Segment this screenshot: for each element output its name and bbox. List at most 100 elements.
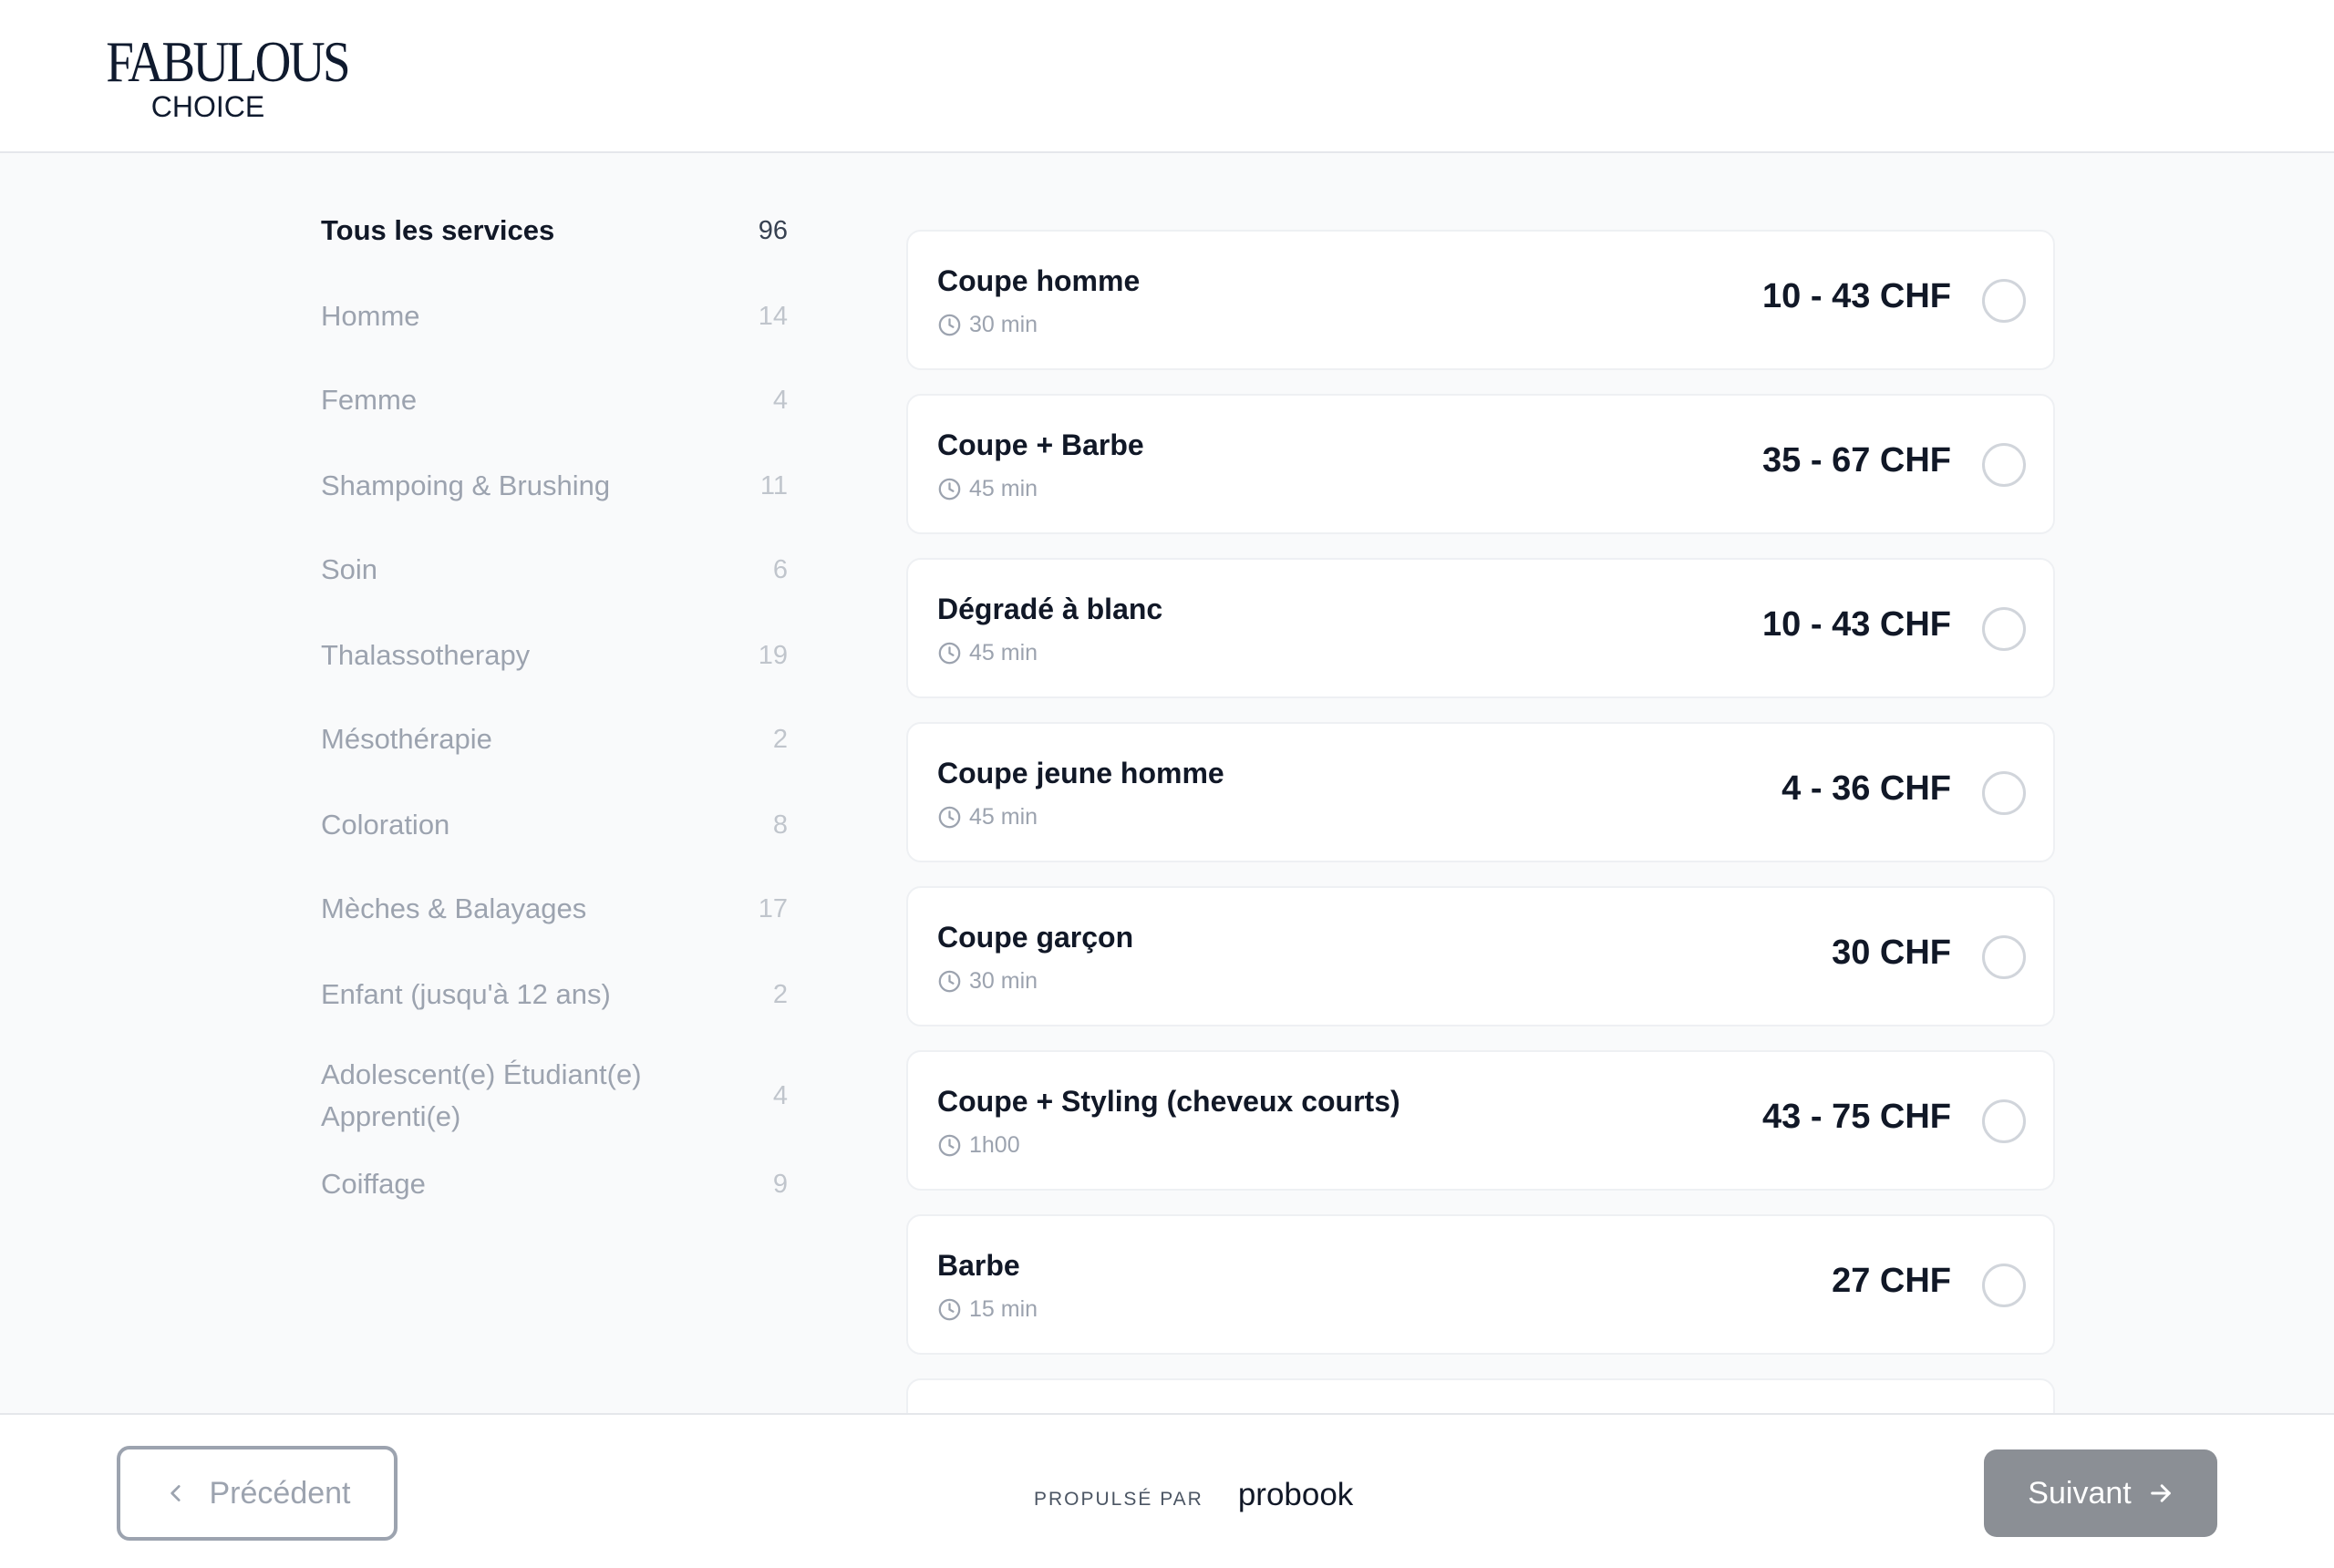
service-card[interactable]: Barbe 15 min 27 CHF [906, 1214, 2055, 1355]
previous-button-label: Précédent [209, 1475, 351, 1511]
next-button[interactable]: Suivant [1984, 1449, 2217, 1537]
service-duration: 30 min [937, 312, 1038, 338]
service-select-radio[interactable] [1982, 443, 2026, 487]
category-count: 8 [772, 810, 788, 840]
powered-by-label: PROPULSÉ PAR [1034, 1489, 1203, 1510]
category-count: 4 [772, 1080, 788, 1110]
category-count: 11 [759, 470, 788, 500]
service-card[interactable]: Coupe + Styling (cheveux courts) 1h00 43 -… [906, 1050, 2055, 1191]
category-item[interactable]: Adolescent(e) Étudiant(e) Apprenti(e) 4 [321, 1054, 788, 1138]
clock-icon [937, 1297, 969, 1322]
category-name: Tous les services [321, 214, 555, 246]
service-duration: 45 min [937, 640, 1038, 666]
service-price: 35 - 67 CHF [1762, 441, 1951, 480]
service-select-radio[interactable] [1982, 935, 2026, 979]
category-count: 2 [772, 724, 788, 754]
service-select-radio[interactable] [1982, 1099, 2026, 1143]
category-item[interactable]: Enfant (jusqu'à 12 ans) 2 [321, 974, 788, 1016]
service-duration-text: 30 min [969, 312, 1038, 337]
service-card[interactable]: Coupe garçon 30 min 30 CHF [906, 886, 2055, 1026]
header: FABULOUS CHOICE [0, 0, 2334, 153]
category-count: 6 [772, 554, 788, 584]
logo-main-text: FABULOUS [106, 29, 350, 94]
service-duration: 30 min [937, 968, 1038, 995]
category-item[interactable]: Mèches & Balayages 17 [321, 888, 788, 930]
category-item[interactable]: Tous les services 96 [321, 210, 788, 252]
clock-icon [937, 1133, 969, 1158]
logo-sub-text: CHOICE [150, 90, 265, 123]
category-name: Mèches & Balayages [321, 892, 587, 924]
category-item[interactable]: Mésothérapie 2 [321, 718, 788, 760]
service-select-radio[interactable] [1982, 1264, 2026, 1307]
category-name: Shampoing & Brushing [321, 469, 611, 501]
chevron-left-icon [170, 1485, 181, 1501]
category-count: 4 [772, 385, 788, 415]
service-duration-text: 1h00 [969, 1132, 1020, 1158]
service-duration: 15 min [937, 1296, 1038, 1323]
service-duration-text: 15 min [969, 1296, 1038, 1322]
category-name: Thalassotherapy [321, 639, 531, 671]
service-name: Barbe [937, 1249, 1020, 1282]
category-name: Coiffage [321, 1168, 426, 1200]
category-name: Enfant (jusqu'à 12 ans) [321, 978, 611, 1010]
clock-icon [937, 641, 969, 665]
service-duration-text: 45 min [969, 640, 1038, 665]
service-price: 10 - 43 CHF [1762, 277, 1951, 315]
clock-icon [937, 313, 969, 337]
service-list[interactable]: Coupe homme 30 min 10 - 43 CHF Coupe + Barb… [906, 230, 2055, 1413]
clock-icon [937, 805, 969, 830]
category-name: Homme [321, 300, 420, 332]
footer: Précédent PROPULSÉ PAR probook Suivant [0, 1413, 2334, 1568]
category-name: Soin [321, 553, 378, 585]
main-content: Tous les services 96 Homme 14 Femme 4 Shampoin… [0, 155, 2334, 1413]
category-count: 96 [758, 215, 788, 245]
service-card[interactable]: Dégradé à blanc 45 min 10 - 43 CHF [906, 558, 2055, 698]
service-name: Dégradé à blanc [937, 593, 1163, 625]
category-count: 14 [758, 301, 788, 331]
service-name: Coupe homme [937, 264, 1141, 297]
clock-icon [937, 477, 969, 501]
category-count: 2 [772, 979, 788, 1009]
service-name: Coupe jeune homme [937, 757, 1224, 789]
service-price: 30 CHF [1832, 934, 1951, 972]
category-name: Femme [321, 384, 418, 416]
service-price: 10 - 43 CHF [1762, 605, 1951, 644]
category-name: Mésothérapie [321, 723, 492, 755]
category-item[interactable]: Soin 6 [321, 549, 788, 591]
previous-button[interactable]: Précédent [117, 1446, 398, 1541]
category-item[interactable]: Femme 4 [321, 379, 788, 421]
category-item[interactable]: Coiffage 9 [321, 1163, 788, 1205]
service-duration-text: 45 min [969, 476, 1038, 501]
service-card[interactable]: Coupe + Barbe 45 min 35 - 67 CHF [906, 394, 2055, 534]
service-duration-text: 30 min [969, 968, 1038, 994]
brand-logo[interactable]: FABULOUS CHOICE [89, 29, 350, 123]
category-item[interactable]: Homme 14 [321, 295, 788, 337]
category-name: Adolescent(e) Étudiant(e) Apprenti(e) [321, 1058, 642, 1132]
service-duration: 45 min [937, 804, 1038, 830]
service-duration: 45 min [937, 476, 1038, 502]
service-name: Coupe + Barbe [937, 428, 1144, 461]
category-count: 9 [772, 1169, 788, 1199]
category-name: Coloration [321, 809, 450, 841]
category-item[interactable]: Coloration 8 [321, 804, 788, 846]
next-button-label: Suivant [2028, 1475, 2132, 1511]
service-card[interactable]: Coupe jeune homme 45 min 4 - 36 CHF [906, 722, 2055, 862]
service-card-partial[interactable] [906, 1378, 2055, 1413]
service-price: 4 - 36 CHF [1781, 769, 1951, 808]
service-price: 27 CHF [1832, 1262, 1951, 1300]
service-duration-text: 45 min [969, 804, 1038, 830]
service-duration: 1h00 [937, 1132, 1020, 1159]
service-name: Coupe + Styling (cheveux courts) [937, 1085, 1400, 1118]
arrow-right-icon [2150, 1484, 2171, 1502]
powered-by-brand[interactable]: probook [1238, 1477, 1353, 1513]
powered-by: PROPULSÉ PAR probook [1034, 1477, 1353, 1513]
category-count: 17 [758, 893, 788, 923]
clock-icon [937, 969, 969, 994]
category-item[interactable]: Shampoing & Brushing 11 [321, 465, 788, 507]
category-item[interactable]: Thalassotherapy 19 [321, 634, 788, 676]
service-price: 43 - 75 CHF [1762, 1098, 1951, 1136]
service-select-radio[interactable] [1982, 279, 2026, 323]
service-select-radio[interactable] [1982, 771, 2026, 815]
service-card[interactable]: Coupe homme 30 min 10 - 43 CHF [906, 230, 2055, 370]
service-select-radio[interactable] [1982, 607, 2026, 651]
